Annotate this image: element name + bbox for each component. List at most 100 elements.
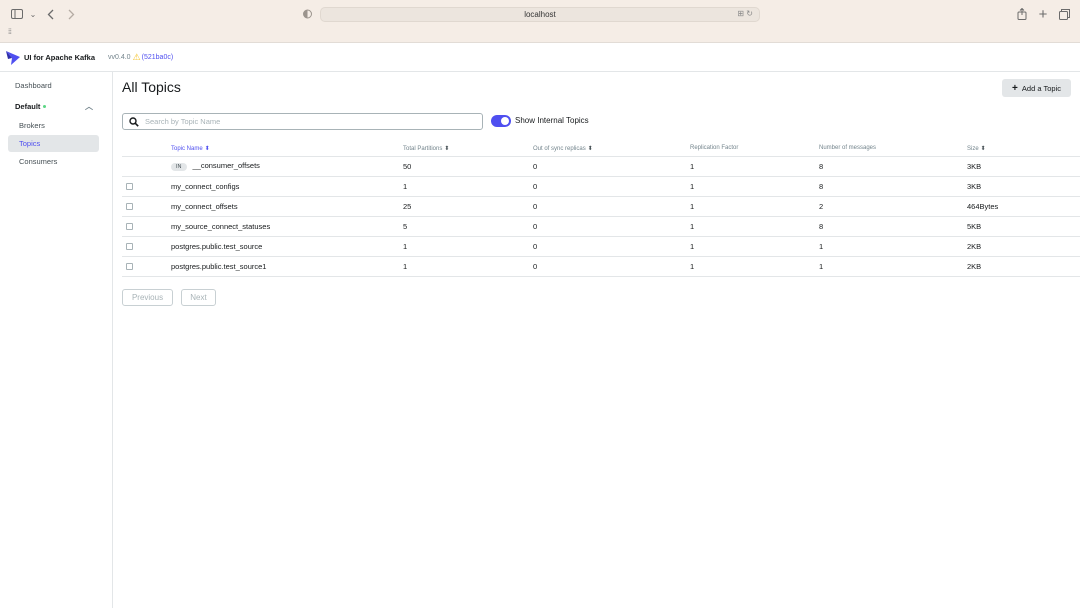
table-row[interactable]: IN __consumer_offsets 50 0 1 8 3KB	[122, 156, 1080, 177]
sidebar-item-topics[interactable]: Topics	[8, 135, 99, 152]
topic-name-cell[interactable]: postgres.public.test_source1	[171, 256, 403, 277]
partitions-cell: 50	[403, 156, 533, 177]
replication-cell: 1	[690, 256, 819, 277]
address-bar[interactable]: localhost ⊞ ↻	[320, 7, 760, 22]
column-header-size[interactable]: Size ⬍	[967, 141, 1080, 157]
forward-icon[interactable]	[65, 6, 77, 22]
table-row[interactable]: postgres.public.test_source 1 0 1 1 2KB	[122, 236, 1080, 257]
column-label: Replication Factor	[690, 145, 739, 152]
topic-name-cell[interactable]: my_connect_configs	[171, 176, 403, 197]
out-of-sync-cell: 0	[533, 236, 690, 257]
sidebar-item-brokers[interactable]: Brokers	[8, 117, 99, 134]
table-header-row: Topic Name ⬍ Total Partitions ⬍ Out of syn…	[122, 141, 1080, 157]
search-icon	[129, 116, 139, 127]
new-tab-icon[interactable]: +	[1036, 6, 1050, 23]
table-row[interactable]: postgres.public.test_source1 1 0 1 1 2KB	[122, 256, 1080, 277]
select-column-header	[122, 141, 171, 157]
column-label: Out of sync replicas	[533, 145, 586, 152]
sidebar-cluster-default[interactable]: Default ︿	[8, 98, 99, 115]
sidebar-item-label: Consumers	[19, 157, 58, 166]
kafka-logo-icon[interactable]	[6, 49, 20, 65]
grid-icon[interactable]: ⁞⁞⁞	[8, 29, 12, 36]
row-checkbox[interactable]	[126, 243, 133, 251]
sidebar-item-consumers[interactable]: Consumers	[8, 153, 99, 170]
url-text: localhost	[524, 10, 556, 19]
main-content: All Topics + Add a Topic Show Internal T…	[113, 72, 1080, 608]
size-cell: 464Bytes	[967, 196, 1080, 217]
column-header-topic-name[interactable]: Topic Name ⬍	[171, 141, 403, 157]
topic-name-cell[interactable]: IN __consumer_offsets	[171, 156, 403, 177]
out-of-sync-cell: 0	[533, 176, 690, 197]
size-cell: 3KB	[967, 176, 1080, 197]
topic-name-link[interactable]: __consumer_offsets	[193, 161, 260, 170]
chevron-up-icon[interactable]: ︿	[85, 101, 93, 112]
add-topic-label: Add a Topic	[1021, 83, 1061, 93]
partitions-cell: 5	[403, 216, 533, 237]
column-header-total-partitions[interactable]: Total Partitions ⬍	[403, 141, 533, 157]
internal-badge: IN	[171, 162, 187, 171]
topic-name-link[interactable]: postgres.public.test_source	[171, 242, 262, 251]
tabs-overview-icon[interactable]	[1057, 6, 1071, 22]
size-cell: 5KB	[967, 216, 1080, 237]
reload-icon[interactable]: ⊞ ↻	[737, 9, 753, 18]
row-checkbox[interactable]	[126, 183, 133, 191]
show-internal-toggle[interactable]	[491, 115, 511, 127]
browser-toolbar: ⌄ localhost ⊞ ↻ + ⁞⁞⁞	[0, 0, 1080, 43]
messages-cell: 8	[819, 156, 967, 177]
topic-name-cell[interactable]: my_source_connect_statuses	[171, 216, 403, 237]
commit-link[interactable]: (521ba0c)	[142, 54, 174, 61]
version-label: vv0.4.0	[108, 53, 131, 61]
topic-name-link[interactable]: postgres.public.test_source1	[171, 262, 266, 271]
chevron-down-icon[interactable]: ⌄	[28, 6, 38, 22]
sidebar-item-label: Dashboard	[15, 81, 52, 90]
topic-name-cell[interactable]: my_connect_offsets	[171, 196, 403, 217]
replication-cell: 1	[690, 216, 819, 237]
replication-cell: 1	[690, 156, 819, 177]
row-checkbox[interactable]	[126, 203, 133, 211]
shield-icon[interactable]	[300, 6, 314, 22]
column-header-number-of-messages: Number of messages	[819, 141, 967, 157]
status-online-dot	[43, 105, 47, 108]
share-icon[interactable]	[1015, 6, 1029, 22]
messages-cell: 1	[819, 236, 967, 257]
next-page-button[interactable]: Next	[181, 289, 216, 306]
sidebar-toggle-icon[interactable]	[10, 6, 24, 22]
back-icon[interactable]	[45, 6, 57, 22]
select-cell	[122, 196, 171, 217]
out-of-sync-cell: 0	[533, 156, 690, 177]
messages-cell: 1	[819, 256, 967, 277]
search-input[interactable]	[145, 117, 465, 126]
brand-name[interactable]: UI for Apache Kafka	[24, 53, 95, 62]
sidebar-item-label: Topics	[19, 139, 41, 148]
messages-cell: 8	[819, 176, 967, 197]
topic-name-link[interactable]: my_connect_configs	[171, 182, 239, 191]
column-label: Number of messages	[819, 145, 877, 152]
sort-icon: ⬍	[444, 145, 450, 152]
add-topic-button[interactable]: + Add a Topic	[1002, 79, 1071, 97]
plus-icon: +	[1012, 82, 1018, 94]
replication-cell: 1	[690, 176, 819, 197]
topic-name-link[interactable]: my_source_connect_statuses	[171, 222, 270, 231]
sort-icon: ⬍	[587, 145, 593, 152]
app-header: UI for Apache Kafka vv0.4.0 ⚠ (521ba0c)	[0, 43, 1080, 72]
row-checkbox[interactable]	[126, 263, 133, 271]
sidebar: Dashboard Default ︿ Brokers Topics Consu…	[0, 72, 113, 608]
topics-table: Topic Name ⬍ Total Partitions ⬍ Out of syn…	[122, 141, 1080, 277]
partitions-cell: 1	[403, 236, 533, 257]
previous-page-button[interactable]: Previous	[122, 289, 173, 306]
topic-name-link[interactable]: my_connect_offsets	[171, 202, 238, 211]
table-row[interactable]: my_connect_configs 1 0 1 8 3KB	[122, 176, 1080, 197]
sidebar-item-dashboard[interactable]: Dashboard	[8, 77, 99, 94]
column-header-out-of-sync[interactable]: Out of sync replicas ⬍	[533, 141, 690, 157]
size-cell: 3KB	[967, 156, 1080, 177]
sort-icon: ⬍	[204, 145, 210, 152]
table-row[interactable]: my_connect_offsets 25 0 1 2 464Bytes	[122, 196, 1080, 217]
select-cell	[122, 256, 171, 277]
column-label: Topic Name	[171, 145, 203, 152]
table-row[interactable]: my_source_connect_statuses 5 0 1 8 5KB	[122, 216, 1080, 237]
row-checkbox[interactable]	[126, 223, 133, 231]
replication-cell: 1	[690, 196, 819, 217]
sidebar-item-label: Brokers	[19, 121, 45, 130]
topic-name-cell[interactable]: postgres.public.test_source	[171, 236, 403, 257]
messages-cell: 8	[819, 216, 967, 237]
